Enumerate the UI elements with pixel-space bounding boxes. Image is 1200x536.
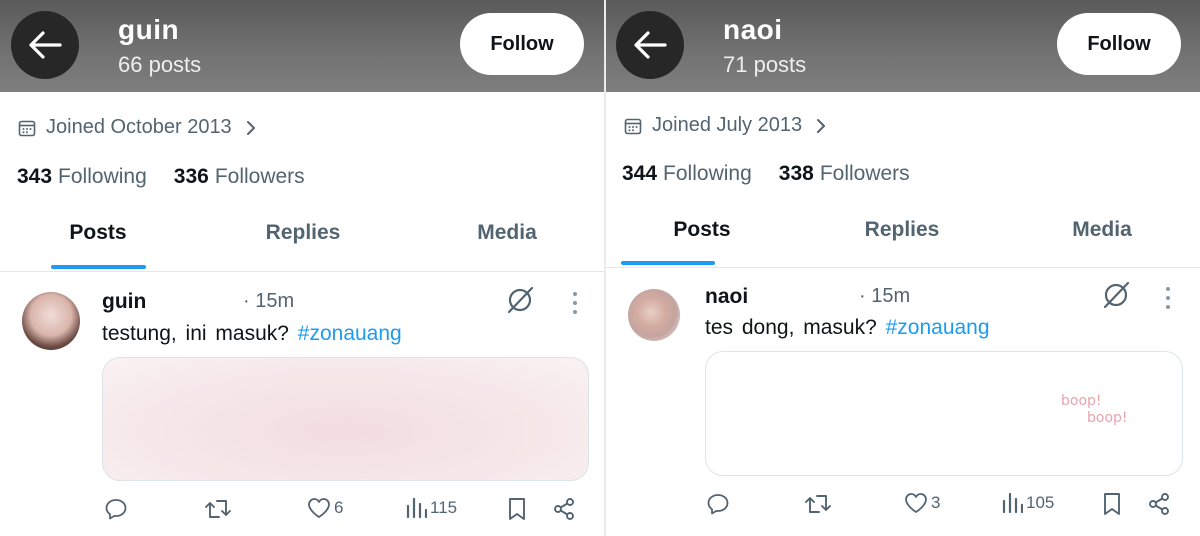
- tab-posts[interactable]: Posts: [673, 218, 730, 242]
- more-icon[interactable]: [1164, 286, 1172, 310]
- tweet-actions: 3 105: [606, 492, 1200, 526]
- joined-label: Joined July 2013: [652, 114, 803, 136]
- calendar-icon: [18, 120, 36, 136]
- followers-link[interactable]: 338 Followers: [779, 162, 910, 186]
- tab-media[interactable]: Media: [1072, 218, 1132, 242]
- tweet-text: tes dong, masuk? #zonauang: [705, 316, 990, 340]
- tab-posts[interactable]: Posts: [69, 221, 126, 245]
- like-count: 6: [334, 498, 344, 517]
- joined-label: Joined October 2013: [46, 116, 232, 138]
- followers-count: 338: [778, 162, 814, 185]
- tweet-body: tes dong, masuk?: [705, 316, 877, 339]
- back-arrow-icon: [634, 31, 667, 59]
- tweet-time[interactable]: · 15m: [243, 290, 294, 313]
- share-icon: [1149, 493, 1169, 515]
- profile-name: naoi: [723, 14, 783, 45]
- share-button[interactable]: [552, 497, 576, 521]
- tab-active-indicator: [51, 265, 146, 269]
- back-button[interactable]: [616, 11, 684, 79]
- retweet-icon: [805, 495, 831, 513]
- profile-panel-naoi: naoi 71 posts Follow Joined July 2013 34…: [606, 0, 1200, 536]
- profile-tabs: Posts Replies Media: [606, 218, 1200, 276]
- followers-link[interactable]: 336 Followers: [174, 165, 305, 189]
- views-count: 105: [1026, 493, 1055, 512]
- media-sticker-text-1: boop!: [1061, 393, 1102, 409]
- retweet-icon: [205, 500, 231, 518]
- reply-button[interactable]: [104, 497, 128, 521]
- tweet-time[interactable]: · 15m: [859, 285, 910, 308]
- back-arrow-icon: [29, 31, 62, 59]
- profile-name: guin: [118, 14, 180, 45]
- chevron-right-icon: [246, 120, 255, 135]
- views-icon: [1002, 492, 1023, 514]
- tab-replies[interactable]: Replies: [865, 218, 940, 242]
- like-button[interactable]: 6: [307, 497, 343, 519]
- grok-icon[interactable]: [505, 285, 535, 315]
- like-icon: [308, 498, 330, 518]
- retweet-button[interactable]: [804, 492, 832, 516]
- following-link[interactable]: 344 Following: [622, 162, 752, 186]
- post-count: 66 posts: [118, 52, 202, 77]
- following-count: 344: [622, 162, 658, 185]
- reply-icon: [707, 494, 729, 515]
- media-sticker-text-2: boop!: [1087, 410, 1128, 426]
- tabs-divider: [606, 267, 1200, 268]
- like-count: 3: [931, 493, 941, 512]
- following-label: Following: [663, 162, 752, 185]
- hashtag-link[interactable]: #zonauang: [886, 316, 990, 339]
- following-label: Following: [58, 165, 147, 188]
- views-count: 115: [430, 498, 458, 517]
- tweet-media[interactable]: [102, 357, 589, 481]
- views-button[interactable]: 105: [1001, 492, 1054, 514]
- tab-replies[interactable]: Replies: [266, 221, 341, 245]
- followers-label: Followers: [214, 165, 305, 188]
- tweet-actions: 6 115: [0, 497, 604, 531]
- following-link[interactable]: 343 Following: [17, 165, 147, 189]
- avatar[interactable]: [628, 289, 680, 341]
- tweet-media[interactable]: boop! boop!: [705, 351, 1183, 476]
- like-button[interactable]: 3: [904, 492, 940, 514]
- share-button[interactable]: [1147, 492, 1171, 516]
- bookmark-icon: [1104, 493, 1120, 515]
- like-icon: [905, 493, 927, 513]
- views-button[interactable]: 115: [405, 497, 457, 519]
- profile-header: guin 66 posts Follow: [0, 0, 604, 92]
- follow-counts: 343 Following 336 Followers: [17, 165, 332, 189]
- joined-date[interactable]: Joined July 2013: [624, 114, 836, 137]
- tab-active-indicator: [621, 261, 715, 265]
- hashtag-link[interactable]: #zonauang: [298, 322, 402, 345]
- profile-tabs: Posts Replies Media: [0, 221, 604, 279]
- tabs-divider: [0, 271, 604, 272]
- profile-header: naoi 71 posts Follow: [606, 0, 1200, 92]
- bookmark-button[interactable]: [1102, 492, 1122, 516]
- tab-media[interactable]: Media: [477, 221, 537, 245]
- views-icon: [406, 497, 427, 519]
- tweet-username[interactable]: guin: [102, 290, 146, 314]
- more-icon[interactable]: [571, 291, 579, 315]
- bookmark-button[interactable]: [507, 497, 527, 521]
- followers-label: Followers: [819, 162, 910, 185]
- following-count: 343: [17, 165, 53, 188]
- follow-button[interactable]: Follow: [1057, 13, 1181, 75]
- follow-button[interactable]: Follow: [460, 13, 584, 75]
- back-button[interactable]: [11, 11, 79, 79]
- share-icon: [554, 498, 574, 520]
- chevron-right-icon: [817, 118, 826, 133]
- calendar-icon: [624, 118, 642, 134]
- profile-panel-guin: guin 66 posts Follow Joined October 2013…: [0, 0, 604, 536]
- avatar[interactable]: [22, 292, 80, 350]
- reply-icon: [105, 499, 127, 520]
- follow-counts: 344 Following 338 Followers: [622, 162, 937, 186]
- joined-date[interactable]: Joined October 2013: [18, 116, 266, 139]
- retweet-button[interactable]: [204, 497, 232, 521]
- tweet-text: testung, ini masuk? #zonauang: [102, 322, 402, 346]
- post-count: 71 posts: [723, 52, 807, 77]
- reply-button[interactable]: [706, 492, 730, 516]
- followers-count: 336: [173, 165, 209, 188]
- tweet-username[interactable]: naoi: [705, 285, 748, 309]
- bookmark-icon: [509, 498, 525, 520]
- grok-icon[interactable]: [1101, 280, 1131, 310]
- tweet-body: testung, ini masuk?: [102, 322, 289, 345]
